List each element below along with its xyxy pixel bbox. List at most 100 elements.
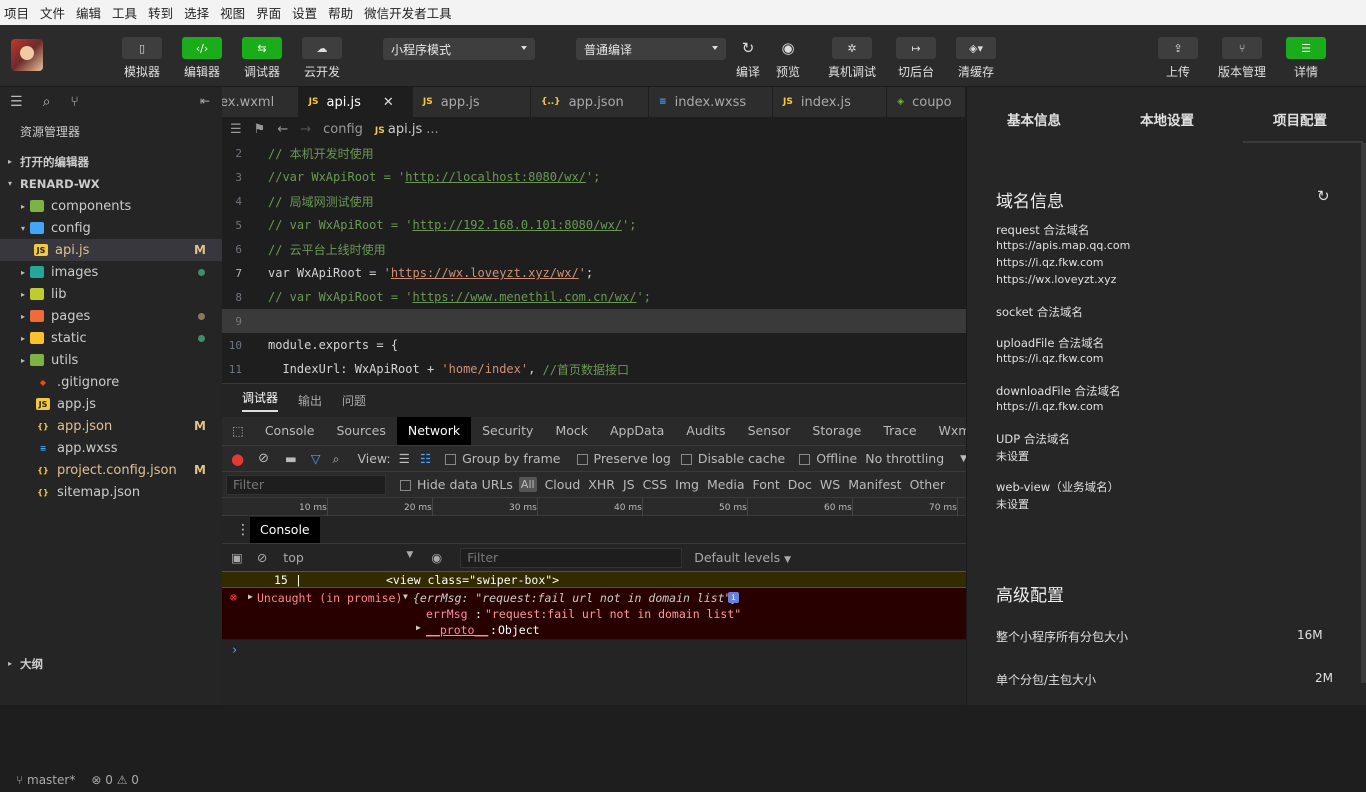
menu-item[interactable]: 选择 [184, 3, 209, 22]
menu-item[interactable]: 转到 [148, 3, 173, 22]
code-line[interactable]: 9 [222, 309, 966, 333]
devtools-tab[interactable]: Console [254, 417, 326, 445]
devtools-tab[interactable]: Trace [872, 417, 927, 445]
editor-button[interactable]: ‹/› 编辑器 [172, 37, 232, 80]
tree-item[interactable]: JS app.js [0, 393, 222, 415]
breadcrumb-more[interactable]: ... [426, 122, 438, 137]
code-line[interactable]: 10 module.exports = { [222, 333, 966, 357]
cloud-dev-button[interactable]: ☁ 云开发 [292, 37, 352, 80]
search-icon[interactable]: ⌕ [43, 94, 51, 110]
list-icon[interactable]: ☰ [230, 122, 242, 137]
resource-type-filter[interactable]: Img [675, 477, 699, 492]
real-device-debug-button[interactable]: ✲ 真机调试 [822, 37, 882, 80]
resource-type-filter[interactable]: Other [910, 477, 946, 492]
resource-type-filter[interactable]: Cloud [545, 477, 581, 492]
devtools-tab[interactable]: Sources [325, 417, 396, 445]
resource-type-filter[interactable]: Manifest [848, 477, 901, 492]
editor-tab[interactable]: {..} app.json [530, 87, 650, 117]
bookmark-icon[interactable]: ⚑ [254, 122, 266, 137]
details-button[interactable]: ☰ 详情 [1276, 37, 1336, 80]
collapse-icon[interactable]: ⇤ [200, 94, 210, 108]
problems-indicator[interactable]: ⊗ 0 ⚠ 0 [91, 773, 139, 787]
log-levels-select[interactable]: Default levels ▼ [694, 550, 791, 565]
resource-type-filter[interactable]: Font [753, 477, 780, 492]
search-icon[interactable]: ⌕ [332, 451, 339, 467]
back-arrow-icon[interactable]: ← [277, 122, 288, 137]
debugger-button[interactable]: ⇆ 调试器 [232, 37, 292, 80]
outline-section[interactable]: ▸ 大纲 [0, 653, 222, 675]
project-section[interactable]: ▾ RENARD-WX [0, 173, 222, 195]
tab-project-config[interactable]: 项目配置 [1273, 109, 1327, 129]
git-icon[interactable]: ⑂ [70, 94, 78, 110]
throttling-select[interactable]: No throttling [865, 451, 944, 466]
devtools-tab[interactable]: Mock [544, 417, 599, 445]
scrollbar[interactable] [1361, 143, 1366, 683]
tree-item[interactable]: ▸ lib [0, 283, 222, 305]
list-view-icon[interactable]: ☰ [399, 451, 410, 466]
editor-tab[interactable]: ≡ index.wxss [649, 87, 773, 117]
tree-item[interactable]: ▾ config [0, 217, 222, 239]
editor-tab[interactable]: ◈ coupo [887, 87, 966, 117]
breadcrumb-file[interactable]: JS api.js [375, 122, 422, 137]
code-line[interactable]: 6 // 云平台上线时使用 [222, 237, 966, 261]
tree-item[interactable]: {} app.json M [0, 415, 222, 437]
code-line[interactable]: 8 // var WxApiRoot = ' https://www.menethi… [222, 285, 966, 309]
record-icon[interactable]: ● [231, 450, 244, 468]
resource-type-filter[interactable]: Media [707, 477, 745, 492]
preview-button[interactable]: ◉ 预览 [758, 37, 818, 80]
tab-basic-info[interactable]: 基本信息 [1007, 109, 1061, 129]
console-filter-input[interactable]: Filter [460, 547, 683, 568]
tree-item[interactable]: ▸ images [0, 261, 222, 283]
code-line[interactable]: 7 var WxApiRoot = ' https://wx.loveyzt.xyz… [222, 261, 966, 285]
close-icon[interactable]: ✕ [383, 95, 394, 110]
menu-item[interactable]: 微信开发者工具 [364, 3, 452, 22]
menu-item[interactable]: 视图 [220, 3, 245, 22]
offline-checkbox[interactable]: Offline [799, 451, 857, 466]
avatar[interactable] [11, 39, 43, 71]
editor-tab[interactable]: JS api.js ✕ [298, 87, 413, 117]
code-line[interactable]: 5 // var WxApiRoot = ' http://192.168.0.10… [222, 213, 966, 237]
context-select[interactable]: top ▼ [283, 550, 413, 565]
tab-debugger[interactable]: 调试器 [242, 389, 279, 412]
tree-item[interactable]: ≡ app.wxss [0, 437, 222, 459]
devtools-tab[interactable]: Security [471, 417, 544, 445]
tree-item[interactable]: ▸ static [0, 327, 222, 349]
devtools-tab[interactable]: Audits [675, 417, 736, 445]
group-by-frame-checkbox[interactable]: Group by frame [445, 451, 561, 466]
tree-item[interactable]: ▸ pages [0, 305, 222, 327]
devtools-tab[interactable]: Sensor [737, 417, 802, 445]
menu-item[interactable]: 工具 [112, 3, 137, 22]
forward-arrow-icon[interactable]: → [300, 122, 311, 137]
version-manage-button[interactable]: ⑂ 版本管理 [1212, 37, 1272, 80]
code-line[interactable]: 3 //var WxApiRoot = ' http://localhost:808… [222, 165, 966, 189]
editor-tab[interactable]: ex.wxml [222, 87, 299, 117]
hide-data-urls-checkbox[interactable]: Hide data URLs [400, 477, 513, 492]
network-filter-input[interactable]: Filter [226, 474, 386, 495]
screenshot-icon[interactable]: ▬ [285, 451, 297, 466]
tree-item[interactable]: ▸ components [0, 195, 222, 217]
resource-type-filter[interactable]: Doc [788, 477, 812, 492]
menu-item[interactable]: 设置 [292, 3, 317, 22]
refresh-icon[interactable]: ↻ [1317, 187, 1330, 205]
sidebar-toggle-icon[interactable]: ▣ [231, 550, 243, 565]
mode-select[interactable]: 小程序模式 [383, 38, 535, 60]
info-icon[interactable]: i [728, 592, 739, 603]
menu-item[interactable]: 界面 [256, 3, 281, 22]
resource-type-filter[interactable]: CSS [643, 477, 668, 492]
clear-cache-button[interactable]: ◈▾ 清缓存 [946, 37, 1006, 80]
resource-type-filter[interactable]: XHR [588, 477, 615, 492]
tree-item[interactable]: ▸ utils [0, 349, 222, 371]
tree-item[interactable]: {} sitemap.json [0, 481, 222, 503]
devtools-tab[interactable]: Network [396, 417, 472, 445]
code-line[interactable]: 2 // 本机开发时使用 [222, 141, 966, 165]
open-editors-section[interactable]: ▸ 打开的编辑器 [0, 151, 222, 173]
resource-type-filter[interactable]: All [518, 477, 537, 492]
clear-icon[interactable]: ⊘ [258, 451, 269, 466]
compile-select[interactable]: 普通编译 [576, 38, 726, 60]
expand-arrow-icon[interactable]: ▼ [403, 592, 408, 601]
tree-item[interactable]: JS api.js M [0, 239, 222, 261]
devtools-tab[interactable]: AppData [599, 417, 675, 445]
inspect-icon[interactable]: ⬚ [222, 417, 254, 445]
code-line[interactable]: 4 // 局域网测试使用 [222, 189, 966, 213]
more-icon[interactable]: ⋮ [236, 522, 250, 538]
